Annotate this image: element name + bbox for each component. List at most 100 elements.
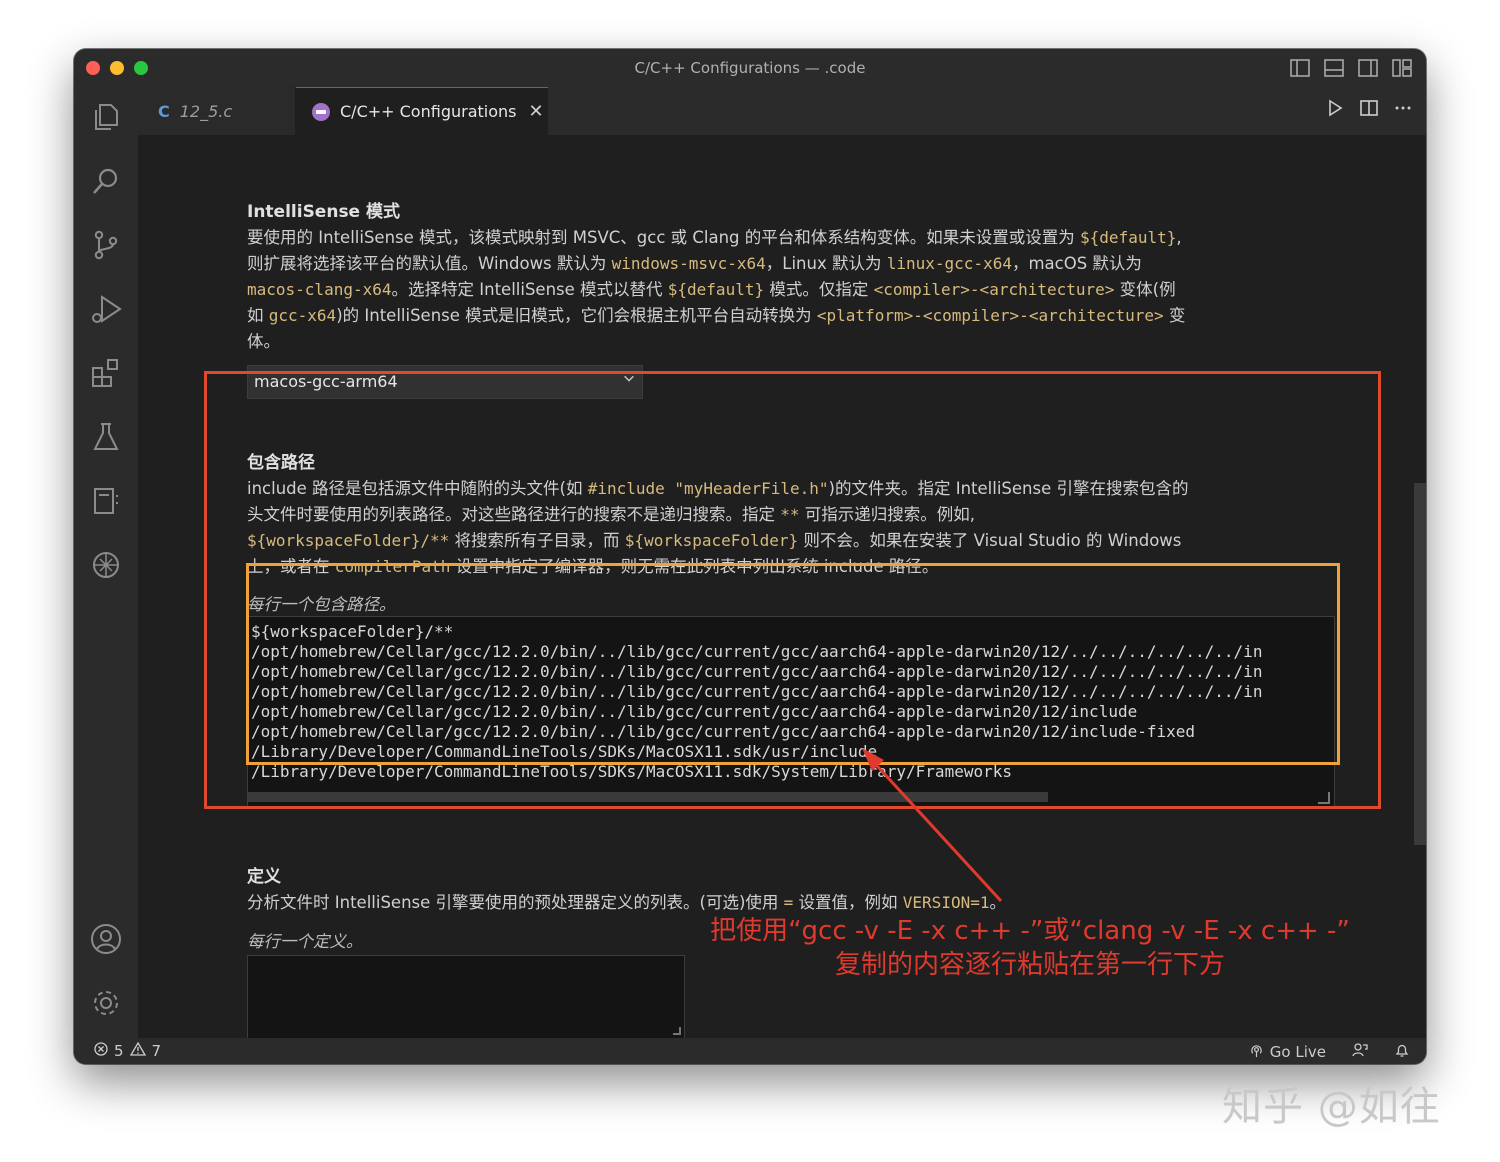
notebook-icon[interactable] <box>88 483 124 519</box>
description-text: 体。 <box>247 332 280 351</box>
openai-icon[interactable] <box>88 547 124 583</box>
include-path-line: /opt/homebrew/Cellar/gcc/12.2.0/bin/../l… <box>251 682 1263 701</box>
error-icon <box>94 1042 108 1060</box>
description-text: 则扩展将选择该平台的默认值。Windows 默认为 <box>247 254 612 273</box>
inline-code: ${workspaceFolder}/** <box>247 531 450 550</box>
run-icon[interactable] <box>1326 99 1344 122</box>
description-text: ，Linux 默认为 <box>765 254 887 273</box>
description-line: 要使用的 IntelliSense 模式，该模式映射到 MSVC、gcc 或 C… <box>247 225 1307 251</box>
annotation-line-1: 把使用“gcc -v -E -x c++ -”或“clang -v -E -x … <box>710 916 1350 946</box>
inline-code: <compiler>-<architecture> <box>873 280 1115 299</box>
inline-code: compilerPath <box>334 557 451 576</box>
description-text: include 路径是包括源文件中随附的头文件(如 <box>247 479 588 498</box>
resize-handle[interactable] <box>673 1027 681 1035</box>
include-path-lines: ${workspaceFolder}/**/opt/homebrew/Cella… <box>248 622 1262 782</box>
problems-status[interactable]: 5 7 <box>94 1041 161 1060</box>
layout-controls <box>1290 59 1412 77</box>
description-line: 体。 <box>247 329 1307 355</box>
include-path-line: /opt/homebrew/Cellar/gcc/12.2.0/bin/../l… <box>251 702 1138 721</box>
chevron-down-icon <box>622 370 636 389</box>
include-path-textarea[interactable]: ${workspaceFolder}/**/opt/homebrew/Cella… <box>247 616 1335 809</box>
inline-code: ${default} <box>667 280 765 299</box>
description-text: 要使用的 IntelliSense 模式，该模式映射到 MSVC、gcc 或 C… <box>247 228 1081 247</box>
description-text: 如 <box>247 306 269 325</box>
toggle-primary-sidebar-icon[interactable] <box>1290 59 1310 77</box>
include-path-line: /Library/Developer/CommandLineTools/SDKs… <box>251 762 1012 781</box>
vertical-scrollbar[interactable] <box>1414 135 1426 1038</box>
tab-cpp-configurations[interactable]: C/C++ Configurations ✕ <box>296 87 548 135</box>
notifications-bell-icon[interactable] <box>1394 1042 1410 1062</box>
c-file-icon: C <box>158 101 170 121</box>
more-actions-icon[interactable] <box>1394 99 1412 122</box>
customize-layout-icon[interactable] <box>1392 59 1412 77</box>
inline-code: <platform>-<compiler>-<architecture> <box>816 306 1164 325</box>
close-tab-icon[interactable]: ✕ <box>528 101 543 122</box>
search-icon[interactable] <box>88 163 124 199</box>
tab-12-5-c[interactable]: C 12_5.c <box>138 87 296 135</box>
resize-handle[interactable] <box>1318 792 1330 804</box>
defines-title: 定义 <box>247 867 281 887</box>
selected-mode: macos-gcc-arm64 <box>254 372 398 391</box>
inline-code: ${default} <box>1080 228 1177 247</box>
editor-tab-bar: C 12_5.c C/C++ Configurations ✕ <box>138 87 1426 135</box>
description-line: macos-clang-x64。选择特定 IntelliSense 模式以替代 … <box>247 277 1307 303</box>
include-path-line: /opt/homebrew/Cellar/gcc/12.2.0/bin/../l… <box>251 722 1196 741</box>
description-text: 。 <box>989 893 1006 912</box>
description-text: , <box>1176 228 1182 247</box>
zhihu-watermark: 知乎 @如往 <box>1222 1084 1441 1130</box>
cpp-extension-icon <box>312 102 330 121</box>
include-path-description: include 路径是包括源文件中随附的头文件(如 #include "myHe… <box>247 476 1307 580</box>
explorer-icon[interactable] <box>88 99 124 135</box>
intellisense-mode-title: IntelliSense 模式 <box>247 202 401 222</box>
error-count: 5 <box>114 1042 124 1060</box>
broadcast-icon <box>1249 1043 1264 1062</box>
description-text: 设置值，例如 <box>793 893 903 912</box>
account-icon[interactable] <box>88 921 124 957</box>
description-text: 头文件时要使用的列表路径。对这些路径进行的搜索不是递归搜索。指定 <box>247 505 781 524</box>
description-text: 。选择特定 IntelliSense 模式以替代 <box>391 280 668 299</box>
inline-code: VERSION=1 <box>902 893 990 912</box>
split-editor-icon[interactable] <box>1360 99 1378 122</box>
horizontal-scrollbar[interactable] <box>248 792 1048 802</box>
inline-code: linux-gcc-x64 <box>886 254 1012 273</box>
include-path-line: /opt/homebrew/Cellar/gcc/12.2.0/bin/../l… <box>251 642 1263 661</box>
include-path-line: /Library/Developer/CommandLineTools/SDKs… <box>251 742 878 761</box>
intellisense-mode-select[interactable]: macos-gcc-arm64 <box>247 365 643 399</box>
inline-code: #include "myHeaderFile.h" <box>587 479 829 498</box>
tab-label: C/C++ Configurations <box>340 102 517 121</box>
inline-code: macos-clang-x64 <box>247 280 392 299</box>
intellisense-mode-description: 要使用的 IntelliSense 模式，该模式映射到 MSVC、gcc 或 C… <box>247 225 1307 355</box>
description-line: 上，或者在 compilerPath 设置中指定了编译器，则无需在此列表中列出系… <box>247 554 1307 580</box>
scroll-thumb[interactable] <box>1414 483 1426 845</box>
description-text: 上，或者在 <box>247 557 335 576</box>
description-text: 则不会。如果在安装了 Visual Studio 的 Windows <box>798 531 1182 550</box>
inline-code: = <box>783 893 794 912</box>
extensions-icon[interactable] <box>88 355 124 391</box>
description-text: 变 <box>1163 306 1186 325</box>
description-line: 如 gcc-x64)的 IntelliSense 模式是旧模式，它们会根据主机平… <box>247 303 1307 329</box>
description-text: 将搜索所有子目录，而 <box>449 531 625 550</box>
annotation-line-2: 复制的内容逐行粘贴在第一行下方 <box>834 950 1225 980</box>
window-title: C/C++ Configurations — .code <box>634 59 866 77</box>
toggle-secondary-sidebar-icon[interactable] <box>1358 59 1378 77</box>
description-text: )的 IntelliSense 模式是旧模式，它们会根据主机平台自动转换为 <box>336 306 817 325</box>
settings-editor: IntelliSense 模式 要使用的 IntelliSense 模式，该模式… <box>138 135 1426 1038</box>
gear-icon[interactable] <box>88 985 124 1021</box>
include-path-line: ${workspaceFolder}/** <box>251 622 454 641</box>
defines-textarea[interactable] <box>247 955 685 1038</box>
run-debug-icon[interactable] <box>88 291 124 327</box>
vscode-window: C/C++ Configurations — .code C 12_5.c C/… <box>74 49 1426 1064</box>
description-text: )的文件夹。指定 IntelliSense 引擎在搜索包含的 <box>828 479 1189 498</box>
feedback-icon[interactable] <box>1352 1042 1368 1062</box>
description-text: 模式。仅指定 <box>764 280 874 299</box>
testing-icon[interactable] <box>88 419 124 455</box>
description-text: 分析文件时 IntelliSense 引擎要使用的预处理器定义的列表。(可选)使… <box>247 893 784 912</box>
go-live-button[interactable]: Go Live <box>1249 1043 1326 1062</box>
toggle-panel-icon[interactable] <box>1324 59 1344 77</box>
source-control-icon[interactable] <box>88 227 124 263</box>
activity-bar <box>74 87 138 1038</box>
include-path-title: 包含路径 <box>247 453 315 473</box>
description-line: include 路径是包括源文件中随附的头文件(如 #include "myHe… <box>247 476 1307 502</box>
description-text: 可指示递归搜索。例如, <box>799 505 976 524</box>
include-path-line: /opt/homebrew/Cellar/gcc/12.2.0/bin/../l… <box>251 662 1263 681</box>
